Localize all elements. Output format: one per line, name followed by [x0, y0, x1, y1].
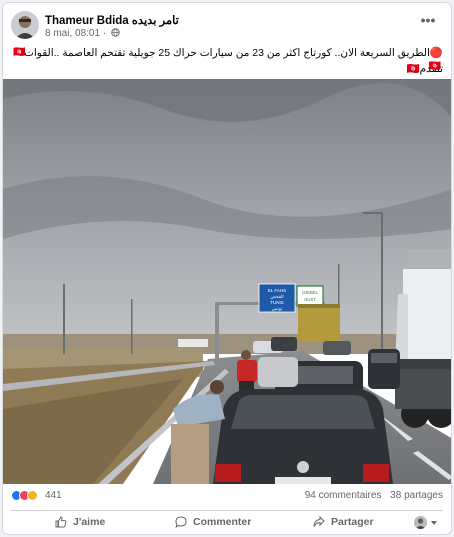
engagement-counts: 94 commentaires 38 partages	[299, 490, 443, 501]
flag-trailing: 🇹🇳	[428, 61, 441, 72]
reactions-summary[interactable]: 441	[11, 490, 62, 501]
comment-button[interactable]: Commenter	[175, 516, 251, 528]
audience-avatar[interactable]	[414, 516, 427, 529]
post-header: Thameur Bdida تامر بديده 8 mai, 08:01 · …	[11, 11, 443, 45]
comment-bubble-icon	[175, 516, 187, 528]
like-label: J'aime	[73, 516, 106, 528]
sign-left-text3: TUNIS	[270, 300, 284, 305]
post-text: 🔴الطريق السريعة الان.. كورتاج اكثر من 23…	[23, 47, 443, 75]
separator-dot: ·	[102, 28, 109, 39]
shares-count[interactable]: 38 partages	[390, 490, 443, 501]
share-label: Partager	[331, 516, 374, 528]
like-button[interactable]: J'aime	[55, 516, 105, 528]
thumbs-up-icon	[55, 516, 67, 528]
more-options-icon[interactable]: •••	[417, 13, 439, 31]
road-sign-white	[296, 285, 324, 307]
author-avatar[interactable]	[11, 11, 39, 39]
author-name[interactable]: Thameur Bdida تامر بديده	[45, 13, 179, 27]
share-arrow-icon	[313, 516, 325, 527]
highway-traffic-image: EL FAHS الفحص TUNIS تونس DJEBEL OUST	[3, 79, 451, 484]
post-meta: 8 mai, 08:01 ·	[45, 28, 120, 39]
actions-divider	[11, 510, 443, 511]
haha-reaction-icon	[27, 490, 38, 501]
user-avatar-icon	[414, 516, 427, 529]
share-button[interactable]: Partager	[313, 516, 374, 528]
avatar-image	[11, 11, 39, 39]
action-bar: J'aime Commenter Partager	[11, 514, 443, 534]
globe-icon	[111, 28, 120, 37]
post-stats: 441 94 commentaires 38 partages	[11, 490, 443, 506]
post-timestamp[interactable]: 8 mai, 08:01	[45, 28, 100, 39]
sign-left-text1: EL FAHS	[268, 288, 286, 293]
sign-right-text2: OUST	[304, 297, 316, 302]
reaction-count: 441	[45, 490, 62, 501]
comments-count[interactable]: 94 commentaires	[305, 490, 382, 501]
sign-right-text1: DJEBEL	[302, 290, 318, 295]
comment-label: Commenter	[193, 516, 252, 528]
post-photo[interactable]: EL FAHS الفحص TUNIS تونس DJEBEL OUST	[3, 79, 451, 484]
post-card: Thameur Bdida تامر بديده 8 mai, 08:01 · …	[2, 2, 452, 535]
chevron-down-icon[interactable]	[431, 521, 437, 525]
